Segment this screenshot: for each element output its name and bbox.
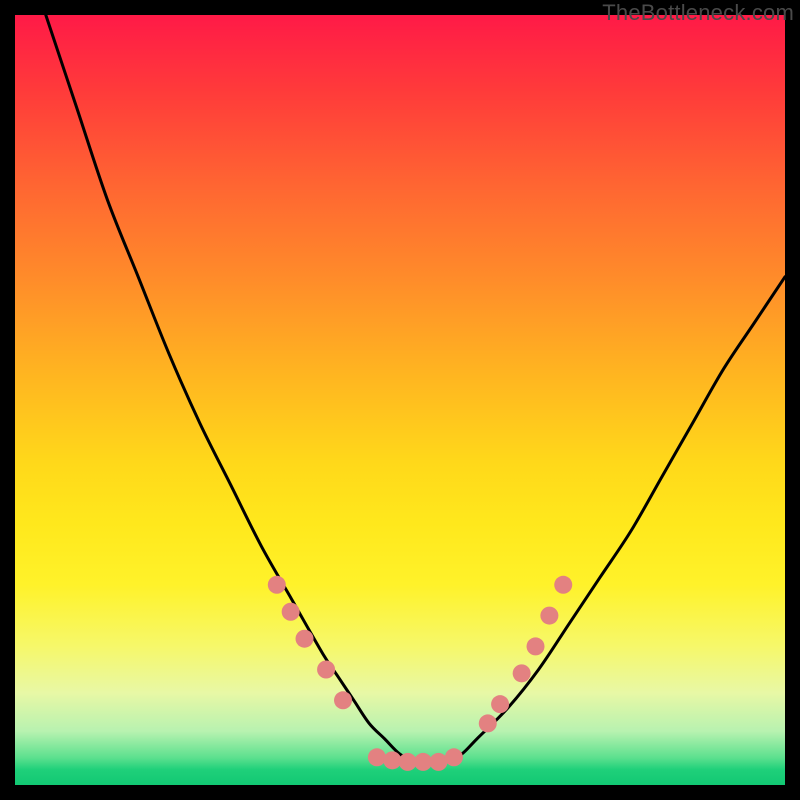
- data-marker: [445, 748, 463, 766]
- data-marker: [491, 695, 509, 713]
- chart-frame: TheBottleneck.com: [0, 0, 800, 800]
- data-marker: [414, 753, 432, 771]
- data-marker: [383, 751, 401, 769]
- data-marker: [268, 576, 286, 594]
- data-marker: [368, 748, 386, 766]
- data-marker: [540, 607, 558, 625]
- chart-plot-area: [15, 15, 785, 785]
- watermark-text: TheBottleneck.com: [602, 0, 794, 26]
- data-marker: [334, 691, 352, 709]
- data-marker: [282, 603, 300, 621]
- data-marker: [479, 714, 497, 732]
- data-marker: [554, 576, 572, 594]
- chart-svg: [15, 15, 785, 785]
- data-marker: [296, 630, 314, 648]
- data-marker: [527, 637, 545, 655]
- bottleneck-curve: [46, 15, 785, 762]
- data-marker: [317, 661, 335, 679]
- data-marker: [399, 753, 417, 771]
- data-marker: [430, 753, 448, 771]
- data-marker: [513, 664, 531, 682]
